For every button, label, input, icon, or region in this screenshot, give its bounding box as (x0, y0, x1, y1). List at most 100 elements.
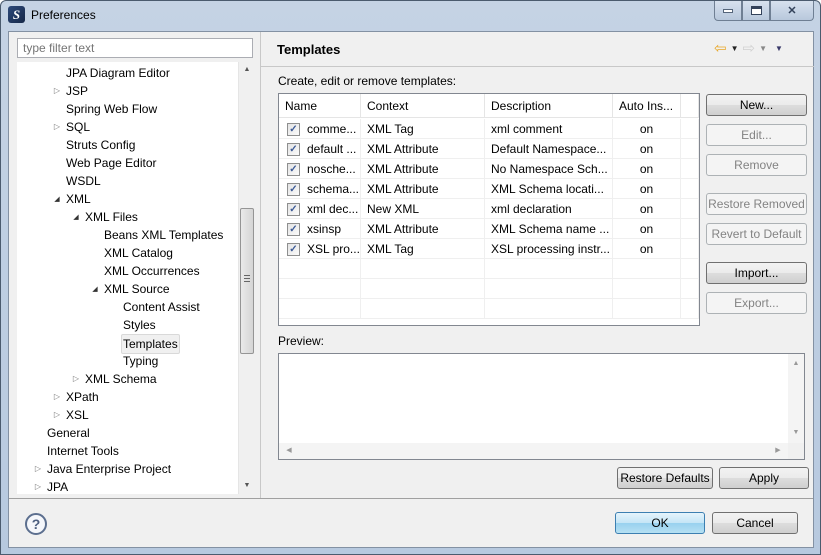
cell-description: XML Schema name ... (485, 219, 613, 239)
collapsed-arrow-icon[interactable] (52, 118, 62, 136)
enabled-checkbox[interactable]: ✓ (287, 183, 300, 196)
cell-name: ✓ xml dec... (279, 199, 361, 219)
table-row[interactable]: ✓ comme... XML Tag xml comment on (279, 119, 699, 139)
minimize-button[interactable] (714, 1, 742, 21)
cell-auto-insert: on (613, 159, 681, 179)
enabled-checkbox[interactable]: ✓ (287, 163, 300, 176)
forward-arrow-icon[interactable]: ⇨ (743, 41, 756, 56)
table-row[interactable]: ✓ xsinsp XML Attribute XML Schema name ... o… (279, 219, 699, 239)
column-header-context[interactable]: Context (361, 94, 485, 118)
enabled-checkbox[interactable]: ✓ (287, 203, 300, 216)
preference-tree: JPA Diagram Editor JSP Spring Web Flow SQL S… (17, 62, 254, 494)
table-row (279, 279, 699, 299)
tree-item-label: Java Enterprise Project (47, 462, 172, 476)
collapsed-arrow-icon[interactable] (52, 82, 62, 100)
cell-context: XML Attribute (361, 179, 485, 199)
remove-button[interactable]: Remove (706, 154, 807, 176)
eclipse-app-icon: S (8, 6, 25, 23)
export-button[interactable]: Export... (706, 292, 807, 314)
table-row[interactable]: ✓ schema... XML Attribute XML Schema locati… (279, 179, 699, 199)
close-icon: ✕ (787, 5, 797, 17)
view-menu-icon[interactable]: ▼ (775, 44, 783, 53)
back-dropdown-icon[interactable]: ▼ (731, 44, 739, 53)
maximize-button[interactable] (742, 1, 770, 21)
apply-button[interactable]: Apply (719, 467, 809, 489)
tree-item-label: Beans XML Templates (104, 228, 224, 242)
cell-filler (681, 239, 699, 259)
table-row (279, 299, 699, 319)
tree-item-label: Struts Config (66, 138, 136, 152)
footer-separator (9, 498, 813, 499)
table-row[interactable]: ✓ nosche... XML Attribute No Namespace Sch.… (279, 159, 699, 179)
cell-description: xml comment (485, 119, 613, 139)
tree-item-label: WSDL (66, 174, 101, 188)
collapsed-arrow-icon[interactable] (52, 388, 62, 406)
tree-item-label: JSP (66, 84, 89, 98)
tree-scrollbar[interactable]: ▲ ▼ (238, 62, 254, 494)
collapsed-arrow-icon[interactable] (33, 478, 43, 494)
new-button[interactable]: New... (706, 94, 807, 116)
scroll-thumb[interactable] (240, 208, 254, 354)
table-row[interactable]: ✓ XSL pro... XML Tag XSL processing instr..… (279, 239, 699, 259)
help-icon[interactable]: ? (25, 513, 47, 535)
back-arrow-icon[interactable]: ⇦ (714, 41, 727, 56)
maximize-icon (750, 6, 762, 15)
import-button[interactable]: Import... (706, 262, 807, 284)
expanded-arrow-icon[interactable] (71, 208, 81, 226)
preview-vertical-scrollbar[interactable]: ▲ ▼ (788, 354, 804, 443)
tree-item-label: Web Page Editor (66, 156, 157, 170)
preview-horizontal-scrollbar[interactable]: ◀ ▶ (279, 443, 788, 459)
edit-button[interactable]: Edit... (706, 124, 807, 146)
preview-textarea[interactable]: ▲ ▼ ◀ ▶ (278, 353, 805, 460)
column-header-description[interactable]: Description (485, 94, 613, 118)
cell-auto-insert: on (613, 199, 681, 219)
enabled-checkbox[interactable]: ✓ (287, 223, 300, 236)
column-header-auto-insert[interactable]: Auto Ins... (613, 94, 681, 118)
revert-to-default-button[interactable]: Revert to Default (706, 223, 807, 245)
restore-removed-button[interactable]: Restore Removed (706, 193, 807, 215)
scroll-down-icon[interactable]: ▼ (239, 478, 255, 494)
scroll-left-icon[interactable]: ◀ (281, 443, 297, 459)
empty-cell (485, 299, 613, 319)
scroll-up-icon[interactable]: ▲ (788, 356, 804, 372)
tree-item-label: XML Catalog (104, 246, 173, 260)
cell-name: ✓ XSL pro... (279, 239, 361, 259)
close-button[interactable]: ✕ (770, 1, 814, 21)
ok-button[interactable]: OK (615, 512, 705, 534)
table-row[interactable]: ✓ xml dec... New XML xml declaration on (279, 199, 699, 219)
preview-label: Preview: (278, 334, 325, 348)
collapsed-arrow-icon[interactable] (33, 460, 43, 478)
title-bar: S Preferences ✕ (1, 1, 820, 31)
expanded-arrow-icon[interactable] (90, 280, 100, 298)
table-row[interactable]: ✓ default ... XML Attribute Default Namespa… (279, 139, 699, 159)
enabled-checkbox[interactable]: ✓ (287, 123, 300, 136)
enabled-checkbox[interactable]: ✓ (287, 143, 300, 156)
cell-filler (681, 199, 699, 219)
table-row (279, 259, 699, 279)
cell-description: XSL processing instr... (485, 239, 613, 259)
column-header-name[interactable]: Name (279, 94, 361, 118)
cell-auto-insert: on (613, 179, 681, 199)
scroll-down-icon[interactable]: ▼ (788, 425, 804, 441)
tree-item-label: Typing (123, 354, 159, 368)
scroll-corner (788, 443, 804, 459)
header-separator (261, 66, 814, 67)
pane-divider[interactable] (260, 32, 261, 498)
tree-item-label: SQL (66, 120, 91, 134)
tree-item-label: Internet Tools (47, 444, 119, 458)
enabled-checkbox[interactable]: ✓ (287, 243, 300, 256)
scroll-up-icon[interactable]: ▲ (239, 62, 255, 78)
collapsed-arrow-icon[interactable] (71, 370, 81, 388)
cell-auto-insert: on (613, 219, 681, 239)
cell-context: XML Attribute (361, 139, 485, 159)
empty-cell (279, 299, 361, 319)
forward-dropdown-icon[interactable]: ▼ (759, 44, 767, 53)
scroll-right-icon[interactable]: ▶ (770, 443, 786, 459)
cancel-button[interactable]: Cancel (712, 512, 798, 534)
restore-defaults-button[interactable]: Restore Defaults (617, 467, 713, 489)
expanded-arrow-icon[interactable] (52, 190, 62, 208)
filter-input[interactable] (17, 38, 253, 58)
empty-cell (681, 299, 699, 319)
cell-context: XML Tag (361, 239, 485, 259)
collapsed-arrow-icon[interactable] (52, 406, 62, 424)
